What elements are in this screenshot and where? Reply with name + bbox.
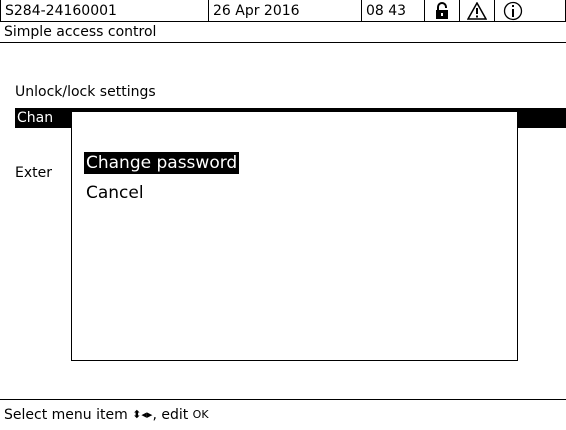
status-text-middle: , edit [152,407,193,423]
device-id: S284-24160001 [0,0,209,22]
section-label: Unlock/lock settings [15,84,156,100]
popup-menu-dialog: Change password Cancel [71,111,518,361]
cancel-option[interactable]: Cancel [84,182,146,204]
info-icon [495,0,566,22]
ok-key-icon: OK [192,408,209,421]
status-text-prefix: Select menu item [4,407,133,423]
warning-icon [460,0,495,22]
menu-item[interactable]: Exter [15,164,52,182]
unlocked-padlock-icon [425,0,460,22]
navigation-keys-icon: ⬍◂▸ [132,408,153,421]
page-title: Simple access control [0,22,566,43]
change-password-option[interactable]: Change password [84,152,240,174]
time-display: 08 43 [362,0,425,22]
header-bar: S284-24160001 26 Apr 2016 08 43 [0,0,566,22]
date-display: 26 Apr 2016 [209,0,362,22]
status-bar: Select menu item ⬍◂▸, edit OK [0,399,566,429]
device-screen: S284-24160001 26 Apr 2016 08 43 Simple a… [0,0,566,429]
